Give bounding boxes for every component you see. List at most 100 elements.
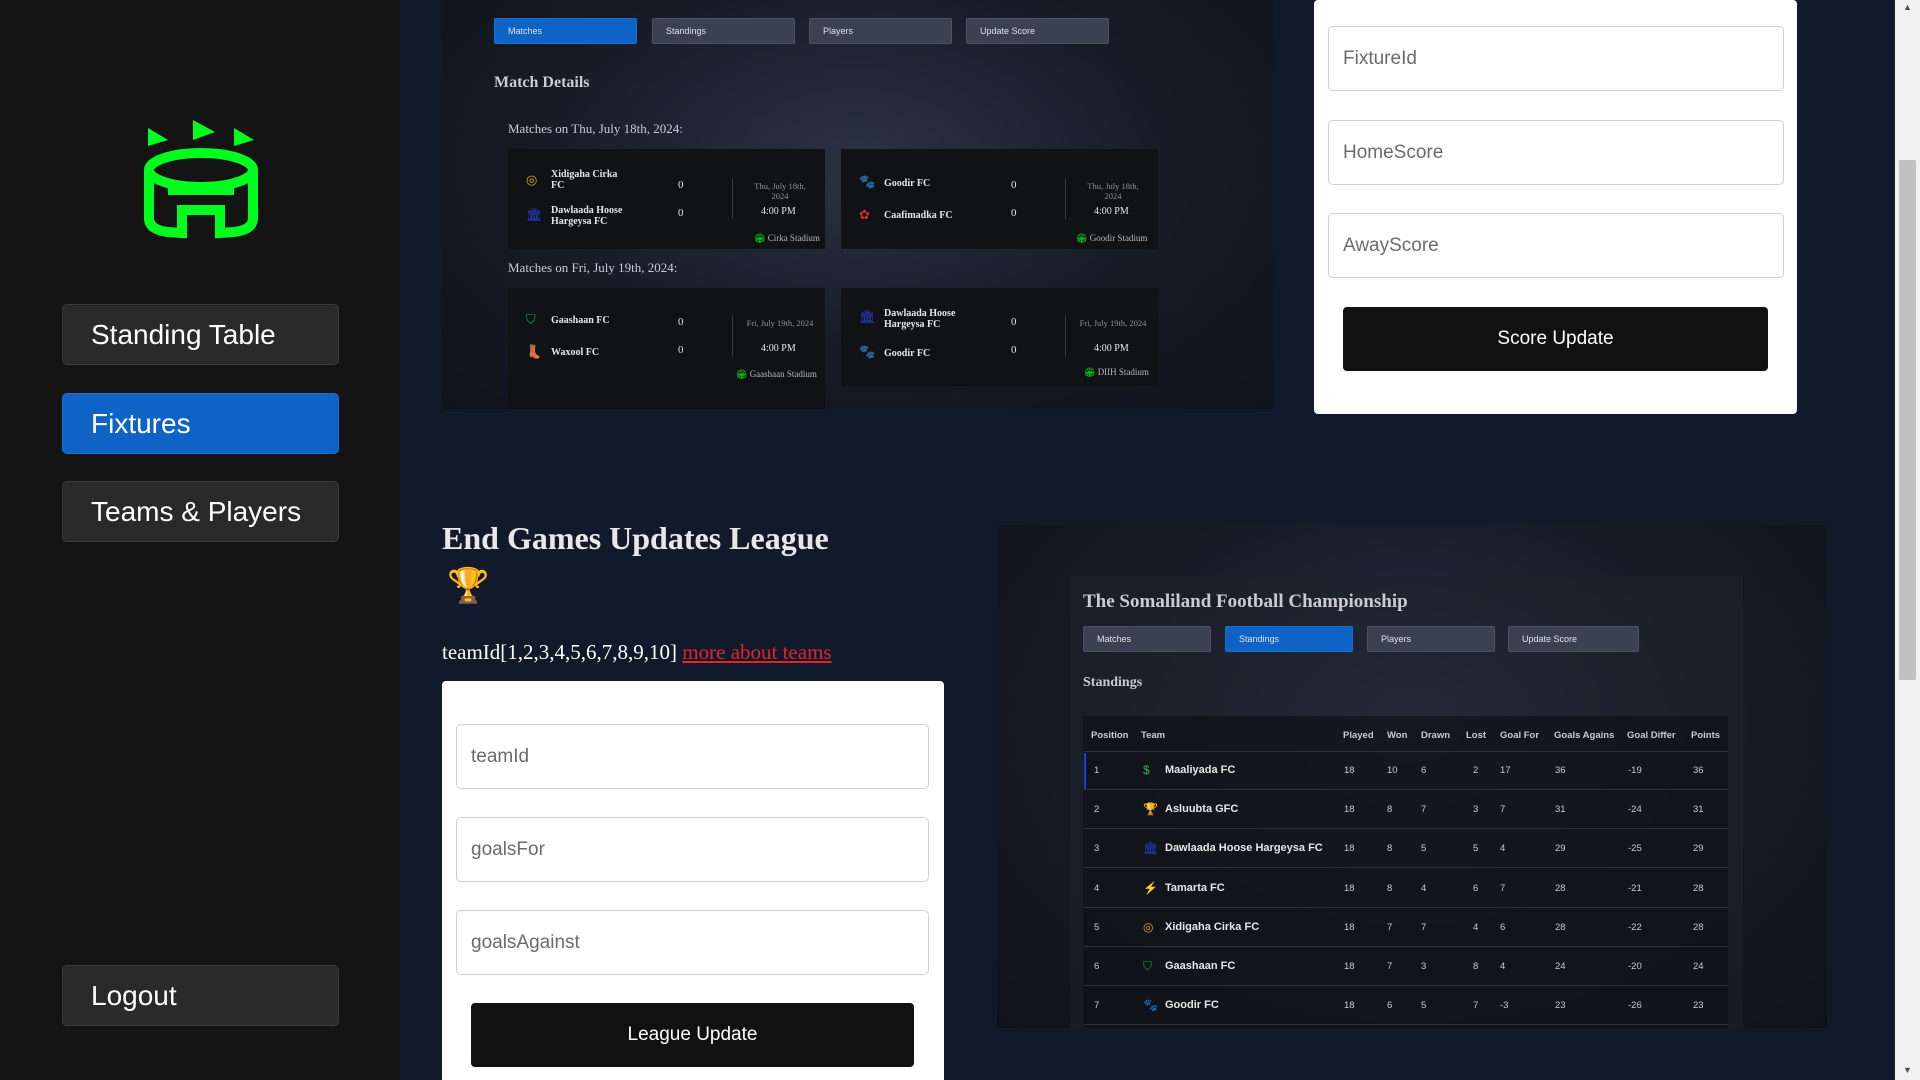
bolt-icon: ⚡ bbox=[1143, 880, 1158, 895]
cell-goal-diff: -24 bbox=[1628, 804, 1642, 816]
goals-for-input[interactable] bbox=[456, 817, 929, 882]
standings-title: Standings bbox=[1083, 675, 1143, 690]
score-update-button[interactable]: Score Update bbox=[1343, 307, 1768, 371]
cell-points: 23 bbox=[1693, 1000, 1704, 1012]
cell-points: 36 bbox=[1693, 765, 1704, 776]
cell-goals-for: 4 bbox=[1500, 961, 1506, 972]
cell-lost: 4 bbox=[1473, 921, 1479, 933]
cell-goals-against: 36 bbox=[1555, 765, 1566, 776]
preview-tab-matches: Matches bbox=[1083, 626, 1211, 652]
goals-against-input[interactable] bbox=[456, 910, 929, 975]
flower-icon: ✿ bbox=[859, 207, 870, 222]
scroll-up-arrow-icon[interactable]: ▲ bbox=[1900, 2, 1915, 12]
cell-points: 31 bbox=[1693, 804, 1704, 816]
home-score: 0 bbox=[678, 316, 684, 328]
match-time: 4:00 PM bbox=[761, 343, 796, 354]
col-team: Team bbox=[1141, 730, 1166, 741]
stadium-name: Goodir Stadium bbox=[1089, 233, 1148, 243]
stadium-name: Gaashaan Stadium bbox=[749, 369, 817, 379]
col-played: Played bbox=[1343, 730, 1374, 741]
col-drawn: Drawn bbox=[1421, 730, 1451, 741]
league-update-button[interactable]: League Update bbox=[471, 1003, 914, 1067]
paw-icon: 🐾 bbox=[859, 174, 876, 189]
cell-goals-against: 31 bbox=[1555, 804, 1566, 816]
preview-tab-update-score: Update Score bbox=[966, 18, 1109, 44]
sidebar: Standing Table Fixtures Teams & Players … bbox=[0, 0, 400, 1080]
cell-drawn: 7 bbox=[1421, 921, 1427, 933]
cell-drawn: 4 bbox=[1421, 882, 1427, 894]
cell-lost: 7 bbox=[1473, 1000, 1479, 1012]
dollar-icon: $ bbox=[1143, 763, 1150, 777]
cell-goals-against: 29 bbox=[1555, 843, 1566, 855]
cell-drawn: 5 bbox=[1421, 843, 1427, 855]
col-won: Won bbox=[1387, 730, 1408, 741]
fixtures-preview-image: Matches Standings Players Update Score M… bbox=[442, 0, 1273, 409]
cell-goals-for: 7 bbox=[1500, 804, 1506, 816]
cell-goals-against: 23 bbox=[1555, 1000, 1566, 1012]
preview-tab-standings: Standings bbox=[1225, 626, 1353, 652]
cell-goals-for: 7 bbox=[1500, 882, 1506, 894]
cell-goal-diff: -21 bbox=[1628, 882, 1642, 894]
cell-position: 3 bbox=[1094, 843, 1100, 855]
cell-drawn: 5 bbox=[1421, 1000, 1427, 1012]
col-goal-for: Goal For bbox=[1500, 730, 1540, 741]
stadium-icon: 🏟 bbox=[1084, 367, 1096, 377]
cell-lost: 2 bbox=[1473, 765, 1479, 776]
cell-goal-diff: -20 bbox=[1628, 961, 1642, 972]
team-id-input[interactable] bbox=[456, 724, 929, 789]
cell-won: 8 bbox=[1387, 882, 1393, 894]
preview-tab-standings: Standings bbox=[652, 18, 795, 44]
preview-tab-matches: Matches bbox=[494, 18, 637, 44]
league-update-form: League Update bbox=[442, 681, 944, 1080]
away-team: Caafimadka FC bbox=[884, 210, 953, 221]
cell-team: Goodir FC bbox=[1165, 999, 1219, 1012]
preview-tab-players: Players bbox=[809, 18, 952, 44]
away-score-input[interactable] bbox=[1328, 213, 1784, 278]
cell-won: 8 bbox=[1387, 843, 1393, 855]
cell-won: 7 bbox=[1387, 921, 1393, 933]
cell-goals-for: 6 bbox=[1500, 921, 1506, 933]
match-date: Thu, July 18th, 2024 bbox=[1087, 181, 1139, 201]
cell-lost: 6 bbox=[1473, 882, 1479, 894]
cell-goals-against: 28 bbox=[1555, 882, 1566, 894]
more-about-teams-link[interactable]: more about teams bbox=[682, 640, 831, 664]
cell-goals-against: 28 bbox=[1555, 921, 1566, 933]
cell-position: 4 bbox=[1094, 882, 1100, 894]
home-team: Xidigaha Cirka FC bbox=[551, 169, 618, 191]
trophy-icon: 🏆 bbox=[447, 567, 490, 605]
cell-goals-against: 24 bbox=[1555, 961, 1566, 972]
cell-drawn: 6 bbox=[1421, 765, 1427, 776]
logout-button[interactable]: Logout bbox=[62, 965, 339, 1026]
cell-played: 18 bbox=[1344, 961, 1355, 972]
away-score: 0 bbox=[678, 207, 684, 219]
home-score-input[interactable] bbox=[1328, 120, 1784, 185]
cell-position: 5 bbox=[1094, 921, 1100, 933]
cell-played: 18 bbox=[1344, 921, 1355, 933]
cell-team: Maaliyada FC bbox=[1165, 764, 1236, 776]
away-score: 0 bbox=[1011, 207, 1017, 219]
day-label: Matches on Thu, July 18th, 2024: bbox=[508, 121, 683, 136]
cell-lost: 8 bbox=[1473, 961, 1479, 972]
away-team: Goodir FC bbox=[884, 348, 931, 359]
stadium-icon: 🏟 bbox=[754, 233, 766, 243]
cell-won: 10 bbox=[1387, 765, 1398, 776]
scroll-down-arrow-icon[interactable]: ▼ bbox=[1900, 1065, 1915, 1075]
fixture-id-input[interactable] bbox=[1328, 26, 1784, 91]
match-time: 4:00 PM bbox=[1094, 206, 1129, 217]
cell-drawn: 3 bbox=[1421, 961, 1427, 972]
cell-goal-diff: -19 bbox=[1628, 765, 1642, 776]
home-team: Dawlaada Hoose Hargeysa FC bbox=[884, 308, 956, 330]
scrollbar-thumb[interactable] bbox=[1899, 160, 1916, 680]
match-date: Thu, July 18th, 2024 bbox=[754, 181, 806, 201]
col-position: Position bbox=[1091, 730, 1129, 741]
nav-teams-players[interactable]: Teams & Players bbox=[62, 481, 339, 542]
cell-goal-diff: -26 bbox=[1628, 1000, 1642, 1012]
match-date: Fri, July 19th, 2024 bbox=[746, 318, 814, 328]
col-goals-against: Goals Agains bbox=[1554, 730, 1615, 741]
nav-fixtures[interactable]: Fixtures bbox=[62, 393, 339, 454]
cell-won: 8 bbox=[1387, 804, 1393, 816]
building-icon: 🏛 bbox=[859, 309, 876, 324]
ring-icon: ◎ bbox=[1143, 919, 1154, 934]
nav-standing-table[interactable]: Standing Table bbox=[62, 304, 339, 365]
stadium-logo-icon bbox=[144, 120, 258, 239]
